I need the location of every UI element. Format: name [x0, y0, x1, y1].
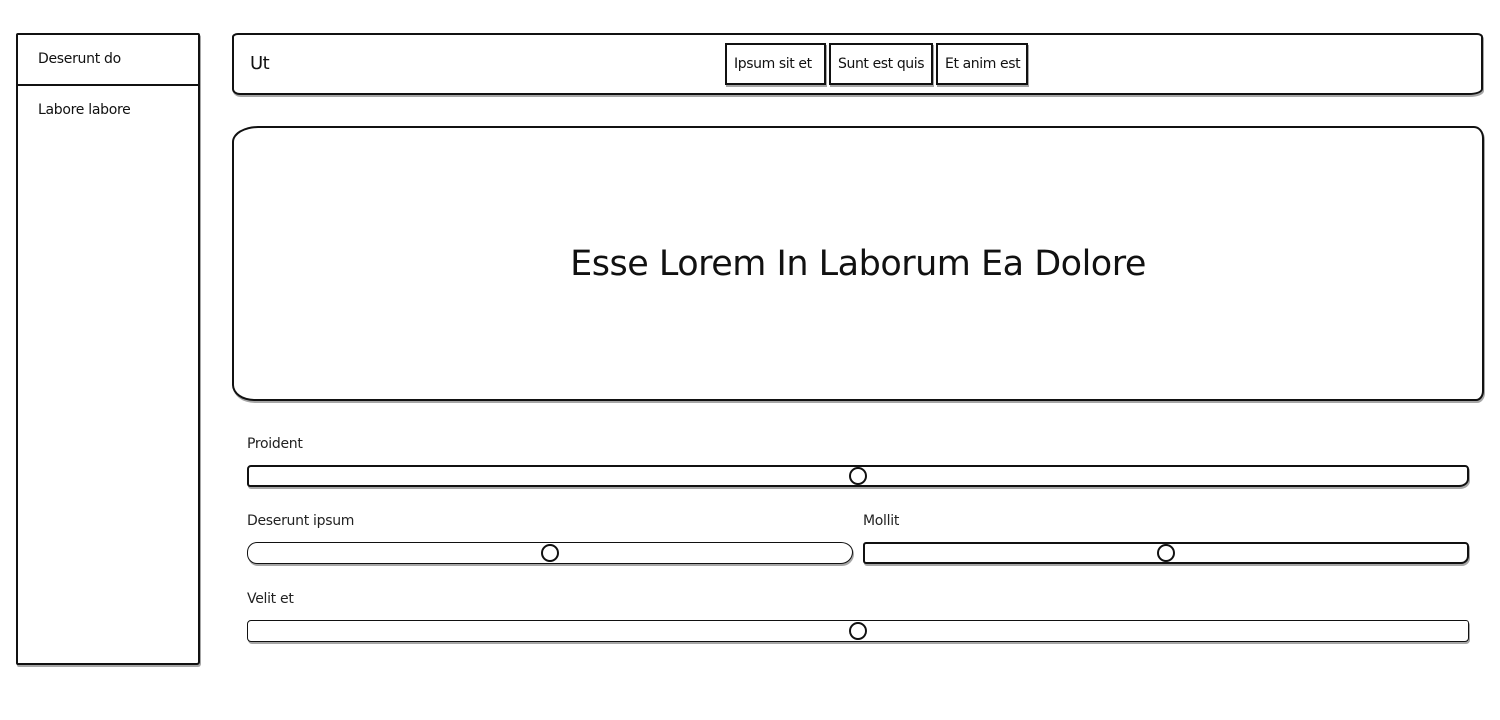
slider-label-mollit: Mollit	[863, 513, 900, 529]
slider-mollit[interactable]	[863, 542, 1469, 564]
tab-ipsum-sit-et[interactable]: Ipsum sit et	[725, 43, 826, 85]
slider-label-velit-et: Velit et	[247, 591, 294, 607]
sidebar: Deserunt do Labore labore	[16, 33, 200, 665]
sidebar-item-label: Labore labore	[38, 102, 131, 118]
hero-banner: Esse Lorem In Laborum Ea Dolore	[232, 126, 1484, 401]
app-title: Ut	[250, 53, 270, 74]
tab-sunt-est-quis[interactable]: Sunt est quis	[829, 43, 933, 85]
slider-label-proident: Proident	[247, 436, 303, 452]
slider-label-deserunt-ipsum: Deserunt ipsum	[247, 513, 355, 529]
tab-et-anim-est[interactable]: Et anim est	[936, 43, 1028, 85]
slider-velit-et[interactable]	[247, 620, 1469, 642]
tab-bar: Ipsum sit et Sunt est quis Et anim est	[725, 43, 1028, 85]
slider-knob[interactable]	[849, 467, 867, 485]
slider-deserunt-ipsum[interactable]	[247, 542, 853, 564]
sidebar-item-deserunt-do[interactable]: Deserunt do	[18, 35, 198, 86]
top-header: Ut Ipsum sit et Sunt est quis Et anim es…	[232, 33, 1483, 95]
slider-knob[interactable]	[541, 544, 559, 562]
sidebar-item-labore-labore[interactable]: Labore labore	[18, 86, 198, 135]
slider-knob[interactable]	[849, 622, 867, 640]
hero-title: Esse Lorem In Laborum Ea Dolore	[570, 243, 1146, 284]
slider-proident[interactable]	[247, 465, 1469, 487]
slider-knob[interactable]	[1157, 544, 1175, 562]
sidebar-item-label: Deserunt do	[38, 51, 121, 67]
